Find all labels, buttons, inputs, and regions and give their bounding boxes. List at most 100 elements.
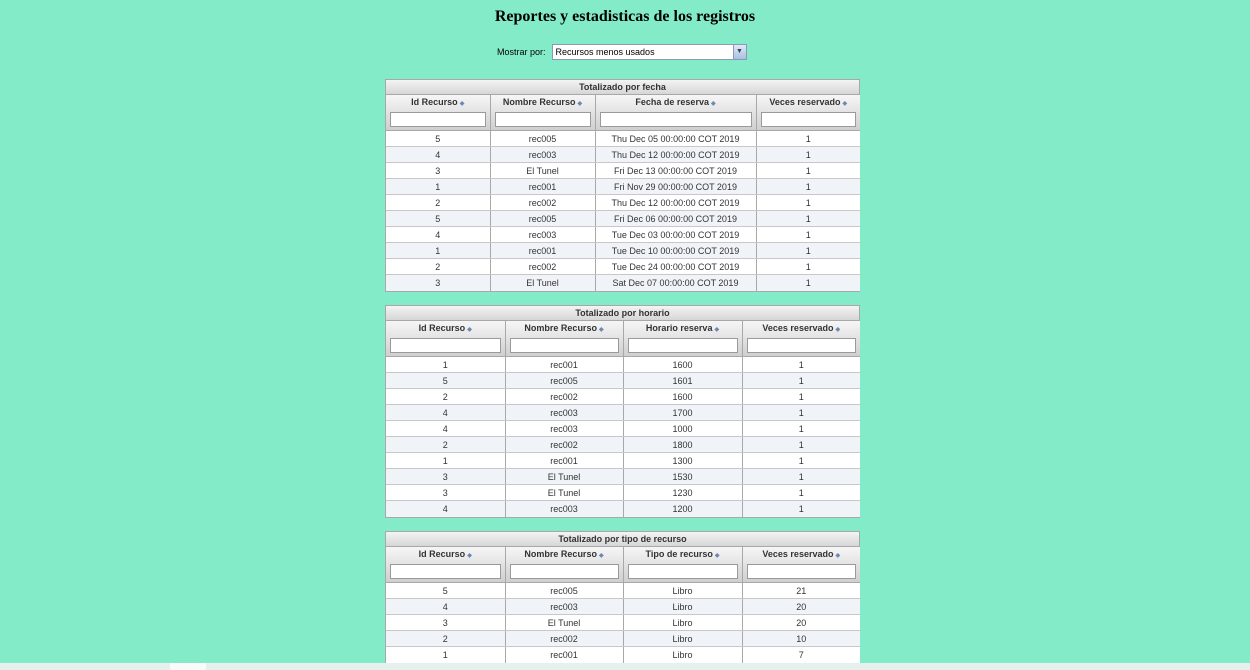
table-row: 2 rec002 Libro 10 xyxy=(386,630,860,647)
horizontal-scrollbar[interactable] xyxy=(0,663,1250,670)
cell-name: rec001 xyxy=(490,178,596,195)
dropdown-arrow-icon[interactable]: ▼ xyxy=(732,45,746,59)
cell-name: El Tunel xyxy=(505,468,624,485)
cell-count: 1 xyxy=(756,162,860,179)
table-title: Totalizado por tipo de recurso xyxy=(386,532,859,547)
display-filter-label: Mostrar por: xyxy=(497,47,546,57)
display-select-value: Recursos menos usados xyxy=(555,47,655,57)
cell-count: 1 xyxy=(742,500,860,517)
column-header-value[interactable]: Fecha de reserva ◆ xyxy=(595,95,757,131)
cell-value: Libro xyxy=(623,630,743,647)
column-filter-input[interactable] xyxy=(509,338,619,353)
sort-icon[interactable]: ◆ xyxy=(577,101,582,107)
cell-name: rec003 xyxy=(505,420,624,437)
column-header-text: Veces reservado xyxy=(769,97,841,107)
column-header-name[interactable]: Nombre Recurso ◆ xyxy=(505,321,624,357)
cell-name: rec003 xyxy=(490,146,596,163)
table-row: 5 rec005 Fri Dec 06 00:00:00 COT 2019 1 xyxy=(386,210,860,227)
cell-id: 4 xyxy=(386,420,506,437)
sort-icon[interactable]: ◆ xyxy=(842,101,847,107)
cell-value: 1000 xyxy=(623,420,743,437)
cell-id: 4 xyxy=(386,226,491,243)
sort-icon[interactable]: ◆ xyxy=(460,101,465,107)
column-header-count[interactable]: Veces reservado ◆ xyxy=(742,321,860,357)
cell-id: 4 xyxy=(386,598,506,615)
column-header-count[interactable]: Veces reservado ◆ xyxy=(742,547,860,583)
column-header-text: Horario reserva xyxy=(645,323,713,333)
cell-id: 4 xyxy=(386,500,506,517)
table-row: 1 rec001 Tue Dec 10 00:00:00 COT 2019 1 xyxy=(386,242,860,259)
sort-icon[interactable]: ◆ xyxy=(715,553,720,559)
column-header-label: Nombre Recurso ◆ xyxy=(495,97,591,110)
sort-icon[interactable]: ◆ xyxy=(835,553,840,559)
cell-value: Thu Dec 12 00:00:00 COT 2019 xyxy=(595,194,757,211)
sort-icon[interactable]: ◆ xyxy=(599,327,604,333)
column-header-label: Nombre Recurso ◆ xyxy=(510,549,619,562)
sort-icon[interactable]: ◆ xyxy=(599,553,604,559)
sort-icon[interactable]: ◆ xyxy=(835,327,840,333)
column-filter-input[interactable] xyxy=(627,338,738,353)
column-filter-input[interactable] xyxy=(390,338,501,353)
cell-count: 21 xyxy=(742,582,860,599)
column-header-text: Id Recurso xyxy=(411,97,458,107)
sort-icon[interactable]: ◆ xyxy=(714,327,719,333)
column-filter-input[interactable] xyxy=(390,564,501,579)
cell-name: El Tunel xyxy=(505,614,624,631)
column-header-id[interactable]: Id Recurso ◆ xyxy=(386,321,506,357)
column-header-id[interactable]: Id Recurso ◆ xyxy=(386,547,506,583)
sort-icon[interactable]: ◆ xyxy=(711,101,716,107)
cell-count: 1 xyxy=(742,372,860,389)
table-title: Totalizado por horario xyxy=(386,306,859,321)
column-header-text: Nombre Recurso xyxy=(524,323,597,333)
cell-id: 5 xyxy=(386,130,491,147)
column-header-id[interactable]: Id Recurso ◆ xyxy=(386,95,491,131)
sort-icon[interactable]: ◆ xyxy=(467,327,472,333)
column-header-name[interactable]: Nombre Recurso ◆ xyxy=(505,547,624,583)
cell-value: Tue Dec 10 00:00:00 COT 2019 xyxy=(595,242,757,259)
cell-count: 1 xyxy=(742,452,860,469)
table-row: 5 rec005 Libro 21 xyxy=(386,582,860,599)
column-header-count[interactable]: Veces reservado ◆ xyxy=(756,95,860,131)
table-row: 1 rec001 1300 1 xyxy=(386,452,860,469)
display-select[interactable]: Recursos menos usados ▼ xyxy=(551,44,747,60)
column-filter-input[interactable] xyxy=(390,112,486,127)
column-filter-input[interactable] xyxy=(509,564,619,579)
display-filter: Mostrar por: Recursos menos usados ▼ xyxy=(497,44,747,60)
column-filter-input[interactable] xyxy=(494,112,591,127)
cell-name: rec005 xyxy=(490,130,596,147)
table-row: 2 rec002 Thu Dec 12 00:00:00 COT 2019 1 xyxy=(386,194,860,211)
cell-id: 4 xyxy=(386,404,506,421)
scrollbar-thumb[interactable] xyxy=(170,663,206,670)
column-header-text: Id Recurso xyxy=(418,549,466,559)
column-filter-input[interactable] xyxy=(746,564,856,579)
column-header-label: Horario reserva ◆ xyxy=(628,323,738,336)
column-filter-input[interactable] xyxy=(746,338,856,353)
table-row: 3 El Tunel Sat Dec 07 00:00:00 COT 2019 1 xyxy=(386,274,860,291)
cell-value: Libro xyxy=(623,646,743,663)
column-header-label: Tipo de recurso ◆ xyxy=(628,549,738,562)
table-row: 1 rec001 Libro 7 xyxy=(386,646,860,663)
cell-name: rec001 xyxy=(505,452,624,469)
cell-id: 5 xyxy=(386,582,506,599)
table-row: 2 rec002 Tue Dec 24 00:00:00 COT 2019 1 xyxy=(386,258,860,275)
column-header-value[interactable]: Tipo de recurso ◆ xyxy=(623,547,743,583)
column-filter-input[interactable] xyxy=(627,564,738,579)
cell-count: 1 xyxy=(756,274,860,291)
cell-id: 5 xyxy=(386,372,506,389)
cell-value: Fri Dec 13 00:00:00 COT 2019 xyxy=(595,162,757,179)
cell-id: 1 xyxy=(386,356,506,373)
column-header-text: Fecha de reserva xyxy=(635,97,709,107)
column-filter-input[interactable] xyxy=(599,112,752,127)
cell-count: 1 xyxy=(742,404,860,421)
cell-value: 1600 xyxy=(623,388,743,405)
column-filter-input[interactable] xyxy=(760,112,856,127)
column-header-value[interactable]: Horario reserva ◆ xyxy=(623,321,743,357)
cell-id: 3 xyxy=(386,484,506,501)
cell-count: 1 xyxy=(756,130,860,147)
column-header-text: Nombre Recurso xyxy=(502,97,576,107)
column-header-name[interactable]: Nombre Recurso ◆ xyxy=(490,95,596,131)
cell-value: Fri Nov 29 00:00:00 COT 2019 xyxy=(595,178,757,195)
table-row: 2 rec002 1800 1 xyxy=(386,436,860,453)
sort-icon[interactable]: ◆ xyxy=(467,553,472,559)
cell-id: 3 xyxy=(386,162,491,179)
